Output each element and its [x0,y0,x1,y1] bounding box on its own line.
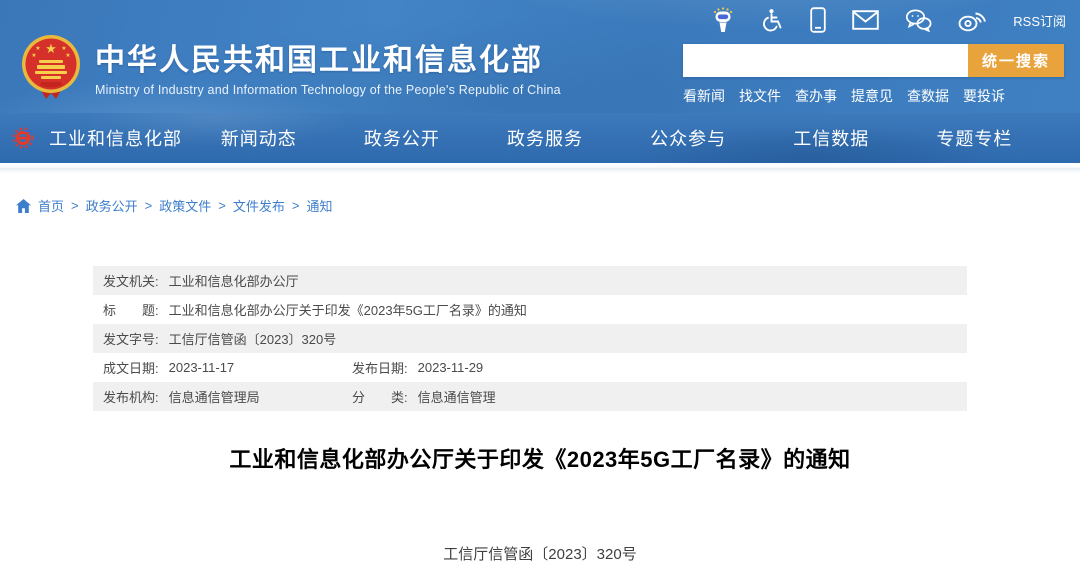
miit-e-logo-icon [12,127,34,154]
breadcrumb-separator: > [292,198,300,213]
meta-value: 工业和信息化部办公厅关于印发《2023年5G工厂名录》的通知 [169,300,527,319]
svg-text:★: ★ [35,45,40,52]
breadcrumb-notice[interactable]: 通知 [306,196,332,215]
brand-text: 中华人民共和国工业和信息化部 Ministry of Industry and … [95,42,561,97]
search-input[interactable] [683,44,968,77]
accessibility-icon[interactable] [761,8,784,32]
robot-assistant-icon[interactable] [711,7,735,33]
mail-icon[interactable] [852,10,879,30]
quick-link-news[interactable]: 看新闻 [683,86,725,106]
meta-value: 2023-11-17 [169,360,235,375]
meta-row-dates: 成文日期: 2023-11-17 发布日期: 2023-11-29 [93,353,967,382]
document-number: 工信厅信管函〔2023〕320号 [0,543,1080,564]
meta-row-publisher: 发布机构: 信息通信管理局 分 类: 信息通信管理 [93,382,967,411]
main-nav: 工业和信息化部 新闻动态 政务公开 政务服务 公众参与 工信数据 专题专栏 [0,113,1080,163]
weibo-icon[interactable] [958,8,987,32]
meta-value: 2023-11-29 [418,360,484,375]
breadcrumb-home[interactable]: 首页 [38,196,64,215]
doc-meta-table: 发文机关: 工业和信息化部办公厅 标 题: 工业和信息化部办公厅关于印发《202… [93,266,967,411]
quick-link-suggest[interactable]: 提意见 [851,86,893,106]
breadcrumb-separator: > [145,198,153,213]
topbar: RSS订阅 [711,7,1066,33]
meta-label: 成文日期: [103,358,159,377]
nav-item-news[interactable]: 新闻动态 [187,125,330,151]
search-button[interactable]: 统一搜索 [968,44,1064,77]
site-header: RSS订阅 ★ ★ ★ ★ ★ 中华人民 [0,0,1080,113]
meta-label: 发布日期: [352,358,408,377]
wechat-icon[interactable] [905,9,932,32]
meta-value: 信息通信管理 [418,387,496,406]
svg-text:★: ★ [61,45,66,52]
document-title: 工业和信息化部办公厅关于印发《2023年5G工厂名录》的通知 [60,442,1020,474]
meta-value: 工业和信息化部办公厅 [169,271,299,290]
meta-label: 发布机构: [103,387,159,406]
mobile-icon[interactable] [810,7,826,33]
quick-link-data[interactable]: 查数据 [907,86,949,106]
nav-item-data[interactable]: 工信数据 [760,125,903,151]
nav-item-gov-services[interactable]: 政务服务 [473,125,616,151]
nav-item-miit[interactable]: 工业和信息化部 [44,125,187,151]
meta-label: 标 题: [103,300,159,319]
quick-link-services[interactable]: 查办事 [795,86,837,106]
site-brand: ★ ★ ★ ★ ★ 中华人民共和国工业和信息化部 Ministry of Ind… [20,33,561,106]
svg-text:★: ★ [45,41,57,56]
meta-label: 发文字号: [103,329,159,348]
nav-item-participation[interactable]: 公众参与 [617,125,760,151]
breadcrumb-policy-files[interactable]: 政策文件 [159,196,211,215]
site-title: 中华人民共和国工业和信息化部 [95,42,561,80]
meta-value: 工信厅信管函〔2023〕320号 [169,329,337,348]
quick-link-files[interactable]: 找文件 [739,86,781,106]
breadcrumb-separator: > [218,198,226,213]
rss-subscribe-link[interactable]: RSS订阅 [1013,11,1066,30]
meta-label: 发文机关: [103,271,159,290]
meta-label: 分 类: [352,387,408,406]
nav-shadow-divider [0,163,1080,173]
home-icon[interactable] [16,199,31,213]
breadcrumb-separator: > [71,198,79,213]
nav-item-gov-disclosure[interactable]: 政务公开 [330,125,473,151]
search-area: 统一搜索 看新闻 找文件 查办事 提意见 查数据 要投诉 [683,44,1064,106]
national-emblem-icon: ★ ★ ★ ★ ★ [20,33,82,106]
quick-link-complaint[interactable]: 要投诉 [963,86,1005,106]
meta-row-issuing-office: 发文机关: 工业和信息化部办公厅 [93,266,967,295]
breadcrumb-gov-disclosure[interactable]: 政务公开 [86,196,138,215]
breadcrumb: 首页 > 政务公开 > 政策文件 > 文件发布 > 通知 [16,196,1080,215]
site-subtitle-en: Ministry of Industry and Information Tec… [95,83,561,97]
svg-text:★: ★ [65,52,70,59]
meta-value: 信息通信管理局 [169,387,260,406]
breadcrumb-file-release[interactable]: 文件发布 [233,196,285,215]
nav-item-topics[interactable]: 专题专栏 [903,125,1046,151]
meta-row-title: 标 题: 工业和信息化部办公厅关于印发《2023年5G工厂名录》的通知 [93,295,967,324]
quick-links: 看新闻 找文件 查办事 提意见 查数据 要投诉 [683,86,1005,106]
meta-row-doc-number: 发文字号: 工信厅信管函〔2023〕320号 [93,324,967,353]
svg-text:★: ★ [31,52,36,59]
